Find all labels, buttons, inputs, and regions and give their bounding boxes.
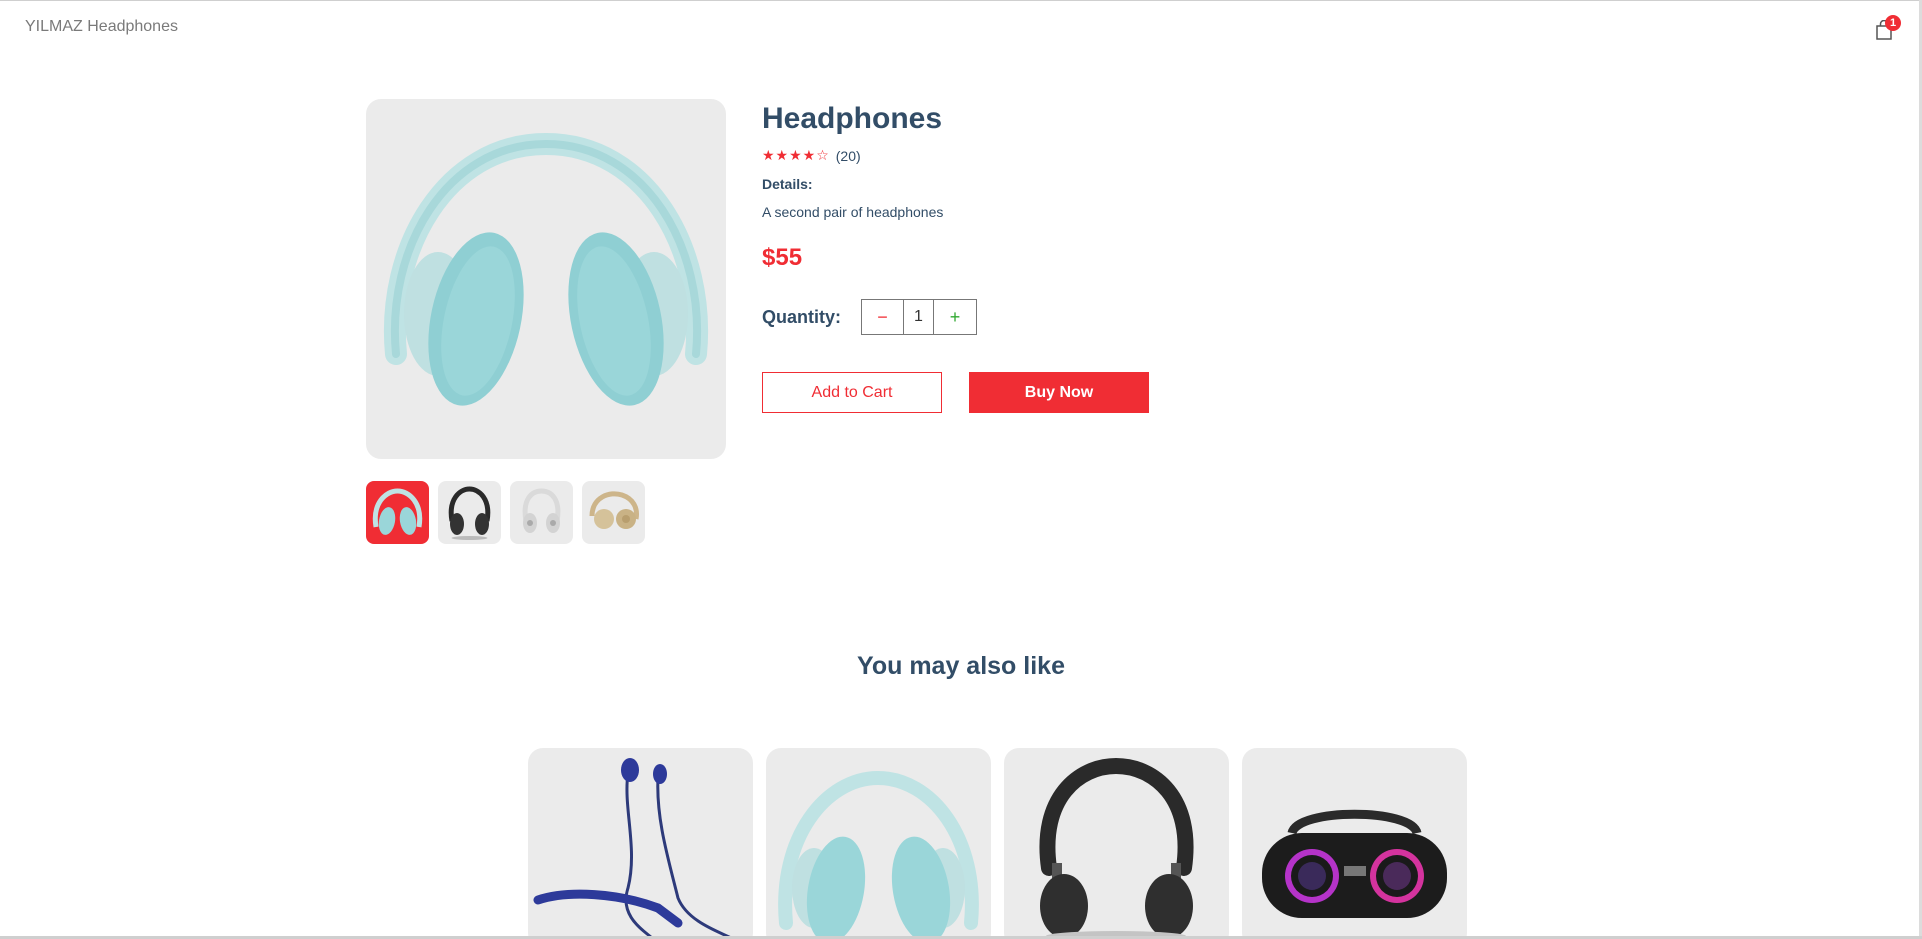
product-card-mint-headphones[interactable] xyxy=(766,748,991,939)
thumbnail-gallery xyxy=(366,481,645,544)
logo-link[interactable]: YILMAZ Headphones xyxy=(25,18,178,36)
star-rating-icon: ★★★★☆ xyxy=(762,147,830,163)
black-headphones-image xyxy=(1039,757,1194,939)
black-boombox-speaker-image xyxy=(1262,809,1447,918)
action-buttons: Add to Cart Buy Now xyxy=(762,372,1149,413)
thumbnail-white-headphones[interactable] xyxy=(510,481,573,544)
blue-neckband-earphones-image xyxy=(533,758,734,939)
quantity-value: 1 xyxy=(904,300,934,334)
rating-row: ★★★★☆ (20) xyxy=(762,147,1262,164)
details-label: Details: xyxy=(762,176,813,192)
product-title: Headphones xyxy=(762,102,943,135)
quantity-stepper: − 1 + xyxy=(861,299,977,335)
mint-headphones-image xyxy=(383,132,709,406)
quantity-label: Quantity: xyxy=(762,306,841,327)
buy-now-button[interactable]: Buy Now xyxy=(969,372,1149,413)
thumbnail-black-headphones[interactable] xyxy=(438,481,501,544)
related-section-title: You may also like xyxy=(857,652,1065,680)
product-card-neckband[interactable] xyxy=(528,748,753,939)
increase-quantity-button[interactable]: + xyxy=(934,300,976,334)
add-to-cart-button[interactable]: Add to Cart xyxy=(762,372,942,413)
product-card-speaker[interactable] xyxy=(1242,748,1467,939)
product-price: $55 xyxy=(762,244,803,271)
details-text: A second pair of headphones xyxy=(762,204,944,220)
product-card-black-headphones[interactable] xyxy=(1004,748,1229,939)
thumbnail-mint-headphones[interactable] xyxy=(366,481,429,544)
mint-headphones-image xyxy=(778,770,979,939)
decrease-quantity-button[interactable]: − xyxy=(862,300,904,334)
quantity-row: Quantity: − 1 + xyxy=(762,299,977,335)
navbar: YILMAZ Headphones 1 xyxy=(0,1,1922,53)
product-detail-panel: Headphones ★★★★☆ (20) Details: A second … xyxy=(762,99,1262,413)
review-count: (20) xyxy=(835,147,861,164)
main-product-image xyxy=(366,99,726,459)
related-products-list xyxy=(528,748,1467,939)
thumbnail-beige-headphones[interactable] xyxy=(582,481,645,544)
cart-count-badge: 1 xyxy=(1885,15,1901,31)
cart-button[interactable]: 1 xyxy=(1873,15,1901,41)
